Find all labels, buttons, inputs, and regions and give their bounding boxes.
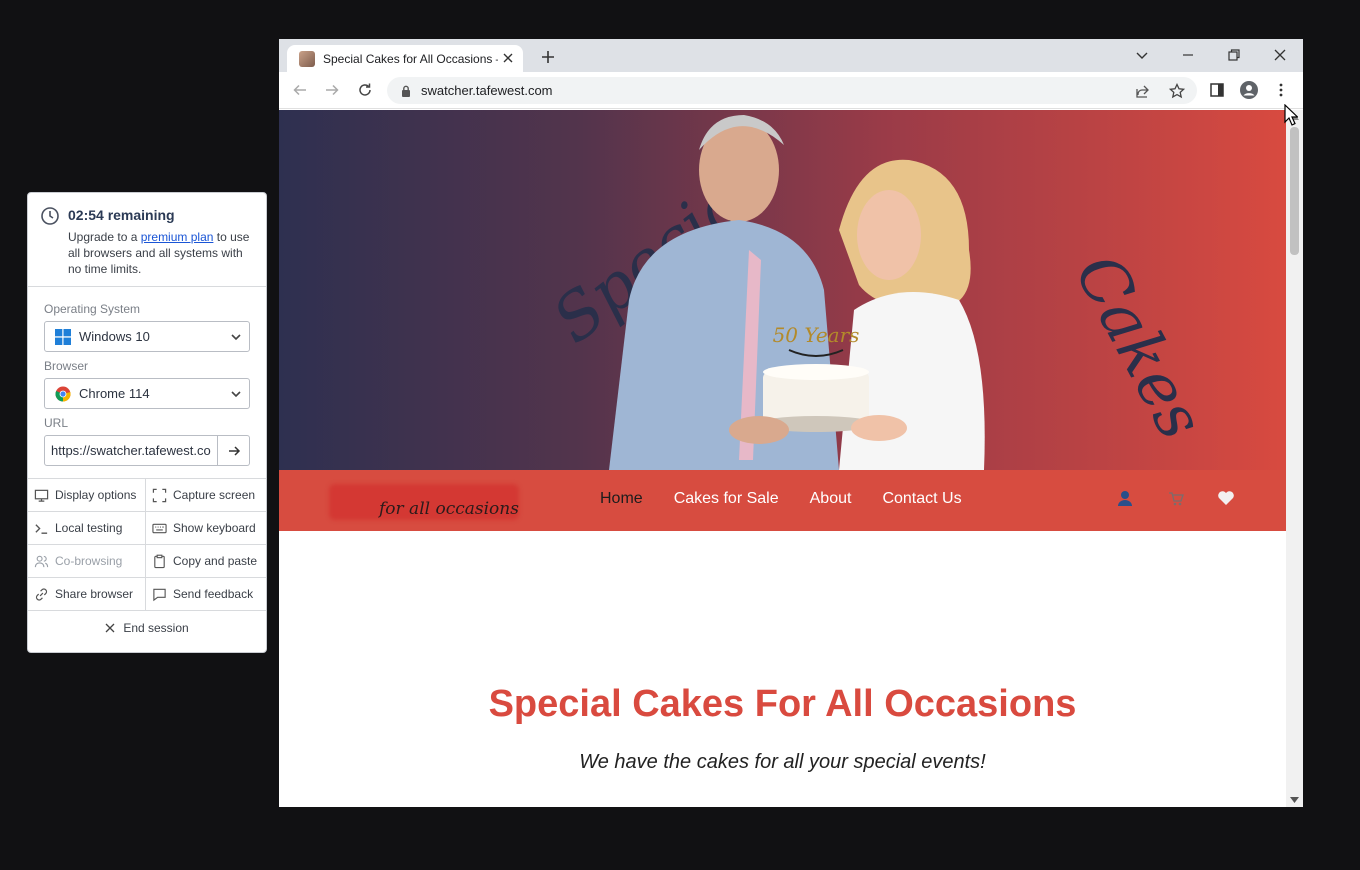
back-icon[interactable] — [292, 82, 308, 98]
close-window-icon[interactable] — [1272, 47, 1288, 63]
share-icon[interactable] — [1135, 83, 1151, 99]
co-browsing-button[interactable]: Co-browsing — [28, 545, 146, 578]
menu-kebab-icon[interactable] — [1273, 82, 1289, 98]
vertical-scrollbar[interactable] — [1286, 110, 1303, 807]
new-tab-icon[interactable] — [539, 48, 557, 66]
tab-title: Special Cakes for All Occasions – — [323, 51, 498, 66]
nav-home[interactable]: Home — [600, 490, 643, 508]
user-icon[interactable] — [1116, 489, 1134, 507]
side-panel-icon[interactable] — [1209, 82, 1225, 98]
close-icon — [105, 623, 115, 632]
tab-close-icon[interactable] — [501, 51, 515, 65]
premium-plan-link[interactable]: premium plan — [141, 230, 214, 244]
nav-cakes-for-sale[interactable]: Cakes for Sale — [674, 490, 779, 508]
clock-icon — [41, 207, 59, 225]
address-text: swatcher.tafewest.com — [421, 83, 553, 98]
page-viewport: Special Cakes — [279, 110, 1286, 807]
profile-avatar-icon[interactable] — [1240, 81, 1258, 99]
session-form: Operating System Windows 10 Browser Chro… — [28, 287, 266, 479]
monitor-icon — [34, 489, 49, 502]
nav-contact-us[interactable]: Contact Us — [882, 490, 961, 508]
hero-word-cakes: Cakes — [1060, 243, 1218, 451]
nav-about[interactable]: About — [810, 490, 852, 508]
os-select[interactable]: Windows 10 — [44, 321, 250, 352]
bookmark-star-icon[interactable] — [1169, 83, 1185, 99]
url-input[interactable] — [44, 435, 218, 466]
actions-grid: Display options Capture screen Local tes… — [28, 479, 266, 611]
copy-and-paste-button[interactable]: Copy and paste — [146, 545, 266, 578]
minimize-icon[interactable] — [1180, 47, 1196, 63]
users-icon — [34, 555, 49, 567]
address-bar[interactable]: swatcher.tafewest.com — [387, 77, 1197, 104]
timer-section: 02:54 remaining Upgrade to a premium pla… — [28, 193, 266, 287]
hero-illustration: Special Cakes — [540, 115, 1218, 470]
page-headline: Special Cakes For All Occasions — [488, 683, 1077, 725]
chevron-down-icon — [231, 334, 241, 341]
site-menu: Home Cakes for Sale About Contact Us — [600, 490, 993, 508]
browser-label: Browser — [44, 359, 89, 373]
browser-window: Special Cakes for All Occasions – swatch… — [279, 39, 1303, 807]
chevron-down-icon — [231, 391, 241, 398]
os-value: Windows 10 — [79, 329, 150, 344]
share-browser-button[interactable]: Share browser — [28, 578, 146, 611]
cake: 50 Years — [756, 323, 876, 432]
show-keyboard-button[interactable]: Show keyboard — [146, 512, 266, 545]
local-testing-button[interactable]: Local testing — [28, 512, 146, 545]
browser-value: Chrome 114 — [79, 386, 150, 401]
forward-icon[interactable] — [324, 82, 340, 98]
page-subheadline: We have the cakes for all your special e… — [579, 751, 986, 773]
tab-search-icon[interactable] — [1134, 47, 1150, 63]
hero-banner: Special Cakes — [279, 110, 1286, 470]
title-bar: Special Cakes for All Occasions – — [279, 39, 1303, 72]
url-label: URL — [44, 416, 69, 430]
restore-icon[interactable] — [1226, 47, 1242, 63]
url-row — [44, 435, 250, 466]
send-feedback-button[interactable]: Send feedback — [146, 578, 266, 611]
site-navbar: for all occasions Home Cakes for Sale Ab… — [279, 470, 1286, 531]
capture-screen-button[interactable]: Capture screen — [146, 479, 266, 512]
upgrade-text: Upgrade to a premium plan to use all bro… — [68, 230, 250, 276]
go-button[interactable] — [218, 435, 250, 466]
session-panel: 02:54 remaining Upgrade to a premium pla… — [27, 192, 267, 653]
feedback-icon — [153, 588, 166, 601]
browser-toolbar: swatcher.tafewest.com — [279, 72, 1303, 109]
site-tagline: for all occasions — [379, 499, 519, 519]
display-options-button[interactable]: Display options — [28, 479, 146, 512]
windows-icon — [55, 328, 71, 345]
chrome-icon — [55, 386, 71, 402]
clipboard-icon — [154, 554, 165, 568]
keyboard-icon — [152, 523, 167, 533]
lock-icon — [402, 85, 410, 97]
terminal-icon — [35, 523, 48, 534]
end-session-button[interactable]: End session — [28, 611, 266, 644]
reload-icon[interactable] — [357, 82, 373, 98]
scroll-down-icon[interactable] — [1290, 797, 1299, 803]
capture-icon — [152, 488, 167, 502]
cake-topper: 50 Years — [773, 323, 860, 347]
heart-icon[interactable] — [1217, 489, 1235, 507]
mouse-cursor-icon — [1284, 104, 1298, 126]
os-label: Operating System — [44, 302, 141, 316]
arrow-right-icon — [228, 445, 240, 456]
timer-text: 02:54 remaining — [68, 207, 175, 223]
site-favicon — [299, 50, 315, 67]
browser-select[interactable]: Chrome 114 — [44, 378, 250, 409]
scrollbar-thumb[interactable] — [1290, 127, 1299, 255]
browser-tab[interactable]: Special Cakes for All Occasions – — [287, 45, 523, 72]
link-icon — [35, 587, 48, 601]
cart-icon[interactable] — [1168, 491, 1184, 507]
